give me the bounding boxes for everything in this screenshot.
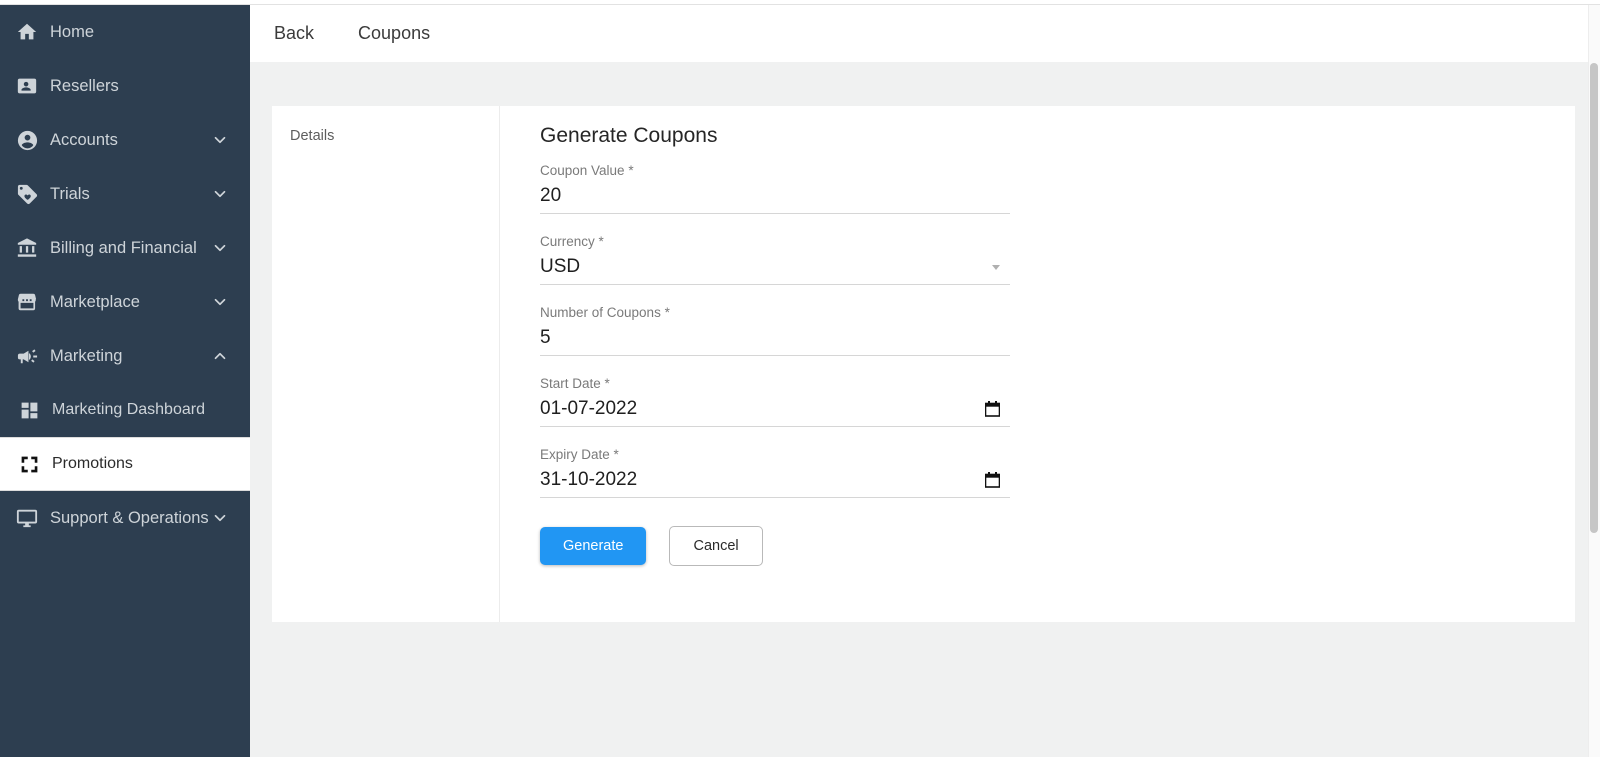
sidebar-item-label: Resellers bbox=[50, 76, 119, 95]
cancel-button[interactable]: Cancel bbox=[669, 526, 763, 566]
sidebar-item-label: Billing and Financial bbox=[50, 238, 197, 257]
sidebar-item-label: Trials bbox=[50, 184, 90, 203]
storefront-icon bbox=[14, 290, 40, 314]
form-fields: Coupon Value * 20 Currency * USD Number of C… bbox=[540, 162, 1575, 498]
form-field-start-date: Start Date * 01-07-2022 bbox=[540, 375, 1010, 427]
sidebar-item-home[interactable]: Home bbox=[0, 5, 250, 59]
form-field-number-of-coupons: Number of Coupons * 5 bbox=[540, 304, 1010, 356]
card-side-panel: Details bbox=[272, 106, 500, 622]
bank-icon bbox=[14, 236, 40, 260]
chevron-down-icon[interactable] bbox=[210, 508, 230, 528]
sidebar-item-resellers[interactable]: Resellers bbox=[0, 59, 250, 113]
calendar-icon[interactable] bbox=[985, 401, 1010, 417]
sidebar-item-label: Marketplace bbox=[50, 292, 140, 311]
app-root: Home Resellers Accounts Trials Billing and F… bbox=[0, 0, 1600, 757]
sidebar-item-label: Marketing bbox=[50, 346, 123, 365]
monitor-icon bbox=[14, 506, 40, 530]
field-value: USD bbox=[540, 256, 581, 277]
chevron-up-icon[interactable] bbox=[210, 346, 230, 366]
sidebar-item-label: Support & Operations bbox=[50, 508, 209, 527]
generate-coupons-card: Details Generate Coupons Coupon Value * 2… bbox=[272, 106, 1575, 622]
form-field-expiry-date: Expiry Date * 31-10-2022 bbox=[540, 446, 1010, 498]
field-label: Currency * bbox=[540, 234, 604, 249]
sidebar-item-label: Marketing Dashboard bbox=[52, 401, 205, 418]
vertical-scrollbar-thumb[interactable] bbox=[1590, 63, 1598, 533]
sidebar-item-support-operations[interactable]: Support & Operations bbox=[0, 491, 250, 545]
chevron-down-icon[interactable] bbox=[210, 238, 230, 258]
input-coupon-value[interactable]: 20 bbox=[540, 183, 1010, 214]
sidebar-item-label: Accounts bbox=[50, 130, 118, 149]
card-form-panel: Generate Coupons Coupon Value * 20 Currenc… bbox=[500, 106, 1575, 622]
chevron-down-icon[interactable] bbox=[210, 130, 230, 150]
dashboard-grid-icon bbox=[16, 398, 42, 422]
loyalty-tag-icon bbox=[14, 182, 40, 206]
generate-button[interactable]: Generate bbox=[540, 527, 647, 565]
account-circle-icon bbox=[14, 128, 40, 152]
vertical-scrollbar-track[interactable] bbox=[1588, 5, 1600, 757]
field-value: 5 bbox=[540, 327, 551, 348]
sidebar-item-accounts[interactable]: Accounts bbox=[0, 113, 250, 167]
tab-details[interactable]: Details bbox=[290, 128, 499, 144]
chevron-down-icon[interactable] bbox=[992, 264, 1010, 270]
field-label: Number of Coupons * bbox=[540, 305, 670, 320]
page-body: Details Generate Coupons Coupon Value * 2… bbox=[250, 62, 1588, 757]
page-header: Back Coupons bbox=[250, 5, 1588, 62]
sidebar-navigation: Home Resellers Accounts Trials Billing and F… bbox=[0, 5, 250, 757]
form-actions: Generate Cancel bbox=[540, 526, 1575, 566]
home-icon bbox=[14, 20, 40, 44]
field-label: Coupon Value * bbox=[540, 163, 634, 178]
sidebar-item-label: Promotions bbox=[52, 455, 133, 472]
input-expiry-date[interactable]: 31-10-2022 bbox=[540, 467, 1010, 498]
field-label: Start Date * bbox=[540, 376, 610, 391]
field-value: 01-07-2022 bbox=[540, 398, 638, 419]
input-start-date[interactable]: 01-07-2022 bbox=[540, 396, 1010, 427]
sidebar-item-billing-and-financial[interactable]: Billing and Financial bbox=[0, 221, 250, 275]
field-value: 20 bbox=[540, 185, 562, 206]
form-field-currency: Currency * USD bbox=[540, 233, 1010, 285]
form-field-coupon-value: Coupon Value * 20 bbox=[540, 162, 1010, 214]
promotions-icon bbox=[16, 452, 42, 476]
form-title: Generate Coupons bbox=[540, 124, 718, 147]
input-number-of-coupons[interactable]: 5 bbox=[540, 325, 1010, 356]
select-currency[interactable]: USD bbox=[540, 254, 1010, 285]
megaphone-icon bbox=[14, 344, 40, 368]
sidebar-item-marketing[interactable]: Marketing bbox=[0, 329, 250, 383]
sidebar-item-marketplace[interactable]: Marketplace bbox=[0, 275, 250, 329]
sidebar-item-label: Home bbox=[50, 22, 95, 41]
contact-card-icon bbox=[14, 74, 40, 98]
field-label: Expiry Date * bbox=[540, 447, 619, 462]
sidebar-item-promotions[interactable]: Promotions bbox=[0, 437, 250, 491]
field-value: 31-10-2022 bbox=[540, 469, 638, 490]
header-item-back[interactable]: Back bbox=[274, 23, 314, 44]
calendar-icon[interactable] bbox=[985, 472, 1010, 488]
header-item-coupons[interactable]: Coupons bbox=[358, 23, 430, 44]
chevron-down-icon[interactable] bbox=[210, 184, 230, 204]
sidebar-item-trials[interactable]: Trials bbox=[0, 167, 250, 221]
sidebar-item-marketing-dashboard[interactable]: Marketing Dashboard bbox=[0, 383, 250, 437]
chevron-down-icon[interactable] bbox=[210, 292, 230, 312]
